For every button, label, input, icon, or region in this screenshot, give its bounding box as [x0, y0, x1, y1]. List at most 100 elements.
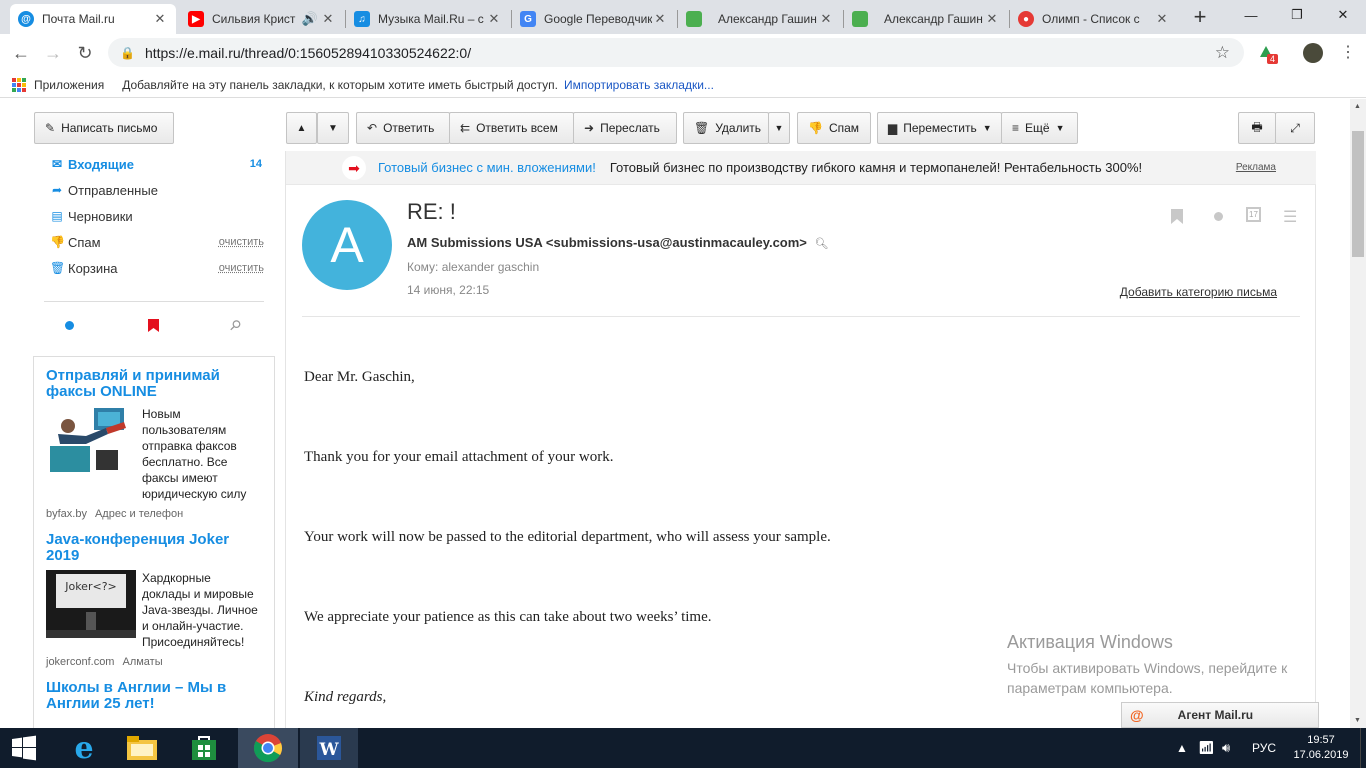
reply-all-button[interactable]: ⇇ Ответить всем: [449, 112, 574, 144]
print-button[interactable]: 🖶: [1238, 112, 1276, 144]
fax-ad-image[interactable]: [46, 406, 136, 474]
compose-icon: ✎: [45, 121, 56, 135]
move-button[interactable]: ▆ Переместить ▼: [877, 112, 1002, 144]
tab-music[interactable]: ♫ Музыка Mail.Ru – с ✕: [346, 4, 510, 34]
page-scrollbar[interactable]: ▲ ▼: [1350, 99, 1366, 728]
ad-source[interactable]: jokerconf.com Алматы: [46, 656, 262, 668]
ad-title[interactable]: Отправляй и принимай факсы ONLINE: [46, 368, 262, 400]
spam-button[interactable]: 👎 Спам: [797, 112, 871, 144]
reply-all-label: Ответить всем: [476, 121, 558, 135]
tray-overflow-icon[interactable]: ▲: [1176, 728, 1188, 768]
tab-translate[interactable]: G Google Переводчик ✕: [512, 4, 676, 34]
new-tab-button[interactable]: +: [1188, 4, 1212, 30]
sidebar-item-trash[interactable]: 🗑 Корзина очистить: [34, 255, 274, 281]
fullscreen-button[interactable]: ⤢: [1275, 112, 1315, 144]
maximize-button[interactable]: ❐: [1274, 0, 1320, 30]
more-button[interactable]: ≡ Ещё ▼: [1001, 112, 1078, 144]
forward-button[interactable]: ➜ Переслать: [573, 112, 677, 144]
ad-label[interactable]: Реклама: [1236, 162, 1276, 173]
menu-icon[interactable]: ⋮: [1340, 42, 1356, 62]
close-tab-icon[interactable]: ✕: [652, 11, 668, 27]
close-window-button[interactable]: ✕: [1320, 0, 1366, 30]
delete-button[interactable]: 🗑 Удалить: [683, 112, 769, 144]
import-bookmarks-link[interactable]: Импортировать закладки...: [564, 78, 714, 92]
sidebar-item-spam[interactable]: 👎 Спам очистить: [34, 229, 274, 255]
spam-label: Спам: [828, 121, 860, 135]
scrollbar-thumb[interactable]: [1352, 131, 1364, 257]
close-tab-icon[interactable]: ✕: [818, 11, 834, 27]
clear-trash-link[interactable]: очистить: [219, 262, 264, 274]
ad-title[interactable]: Java-конференция Joker 2019: [46, 532, 262, 564]
body-line: Thank you for your email attachment of y…: [304, 449, 614, 465]
address-bar[interactable]: 🔒 https://e.mail.ru/thread/0:15605289410…: [108, 38, 1244, 67]
scroll-up-icon[interactable]: ▲: [1354, 103, 1361, 110]
ad-source[interactable]: byfax.by Адрес и телефон: [46, 508, 262, 520]
unread-filter-icon[interactable]: [65, 321, 74, 330]
search-icon[interactable]: 🔍︎: [815, 238, 829, 250]
sender-avatar: A: [302, 200, 392, 290]
sidebar-item-inbox[interactable]: ✉ Входящие 14: [34, 151, 274, 177]
tab-youtube[interactable]: ▶ Сильвия Крист 🔊 ✕: [180, 4, 344, 34]
joker-ad-image[interactable]: Joker<?>: [46, 570, 136, 638]
forward-arrow-icon[interactable]: →: [40, 40, 66, 66]
clear-spam-link[interactable]: очистить: [219, 236, 264, 248]
windows-start-icon[interactable]: [0, 728, 48, 768]
close-tab-icon[interactable]: ✕: [486, 11, 502, 27]
body-line: We appreciate your patience as this can …: [304, 609, 712, 625]
trash-icon: 🗑: [50, 261, 66, 275]
extension-icon[interactable]: 4: [1256, 43, 1279, 64]
store-icon[interactable]: [175, 728, 233, 768]
reply-button[interactable]: ↶ Ответить: [356, 112, 450, 144]
unread-dot-icon[interactable]: [1214, 212, 1223, 221]
message-sender[interactable]: AM Submissions USA <submissions-usa@aust…: [407, 235, 829, 250]
close-tab-icon[interactable]: ✕: [320, 11, 336, 27]
internet-explorer-icon[interactable]: e: [55, 728, 113, 768]
network-icon[interactable]: 📶︎: [1198, 728, 1215, 768]
profile-avatar[interactable]: [1303, 43, 1323, 63]
word-icon[interactable]: W: [300, 728, 358, 768]
attachment-filter-icon[interactable]: ⚲: [225, 316, 245, 335]
compose-button[interactable]: ✎ Написать письмо: [34, 112, 174, 144]
close-tab-icon[interactable]: ✕: [1154, 11, 1170, 27]
file-explorer-icon[interactable]: [113, 728, 171, 768]
volume-icon[interactable]: 🔊︎: [1222, 728, 1230, 768]
scroll-down-icon[interactable]: ▼: [1354, 717, 1361, 724]
prev-message-button[interactable]: ▲: [286, 112, 317, 144]
clock[interactable]: 19:57 17.06.2019: [1290, 728, 1352, 768]
bookmark-icon[interactable]: [1171, 209, 1183, 227]
add-category-link[interactable]: Добавить категорию письма: [1120, 285, 1277, 299]
flag-filter-icon[interactable]: [148, 319, 159, 335]
folder-list: ✉ Входящие 14 ➦ Отправленные ▤ Черновики…: [34, 151, 274, 281]
ad-title[interactable]: Школы в Англии – Мы в Англии 25 лет!: [46, 680, 262, 712]
sidebar-item-drafts[interactable]: ▤ Черновики: [34, 203, 274, 229]
ad-link[interactable]: Готовый бизнес с мин. вложениями!: [378, 160, 596, 175]
agent-mailru-button[interactable]: @ Агент Mail.ru: [1121, 702, 1319, 728]
bookmark-star-icon[interactable]: ☆: [1215, 43, 1230, 63]
close-tab-icon[interactable]: ✕: [152, 11, 168, 27]
delete-dropdown-button[interactable]: ▼: [768, 112, 790, 144]
ad-extra: Алматы: [122, 656, 163, 668]
language-indicator[interactable]: РУС: [1252, 728, 1276, 768]
back-arrow-icon[interactable]: ←: [8, 40, 34, 66]
chrome-icon[interactable]: [238, 728, 298, 768]
sidebar-item-sent[interactable]: ➦ Отправленные: [34, 177, 274, 203]
apps-icon[interactable]: [12, 77, 26, 92]
url-text[interactable]: https://e.mail.ru/thread/0:1560528941033…: [145, 45, 471, 61]
tab-mail[interactable]: @ Почта Mail.ru ✕: [10, 4, 176, 34]
menu-icon[interactable]: ☰: [1283, 207, 1297, 227]
tab-gashin-2[interactable]: Александр Гашин ✕: [844, 4, 1008, 34]
calendar-icon[interactable]: 17: [1246, 207, 1261, 222]
notifications-area[interactable]: [1360, 728, 1366, 768]
close-tab-icon[interactable]: ✕: [984, 11, 1000, 27]
audio-icon[interactable]: 🔊: [300, 11, 320, 27]
minimize-button[interactable]: —: [1228, 0, 1274, 30]
apps-link[interactable]: Приложения: [34, 78, 104, 92]
tab-gashin-1[interactable]: Александр Гашин ✕: [678, 4, 842, 34]
folder-label: Отправленные: [68, 182, 158, 198]
tab-olymp[interactable]: ● Олимп - Список с ✕: [1010, 4, 1178, 34]
body-line: Dear Mr. Gaschin,: [304, 369, 415, 385]
top-ad-bar[interactable]: ➡ Готовый бизнес с мин. вложениями! Гото…: [286, 151, 1316, 185]
next-message-button[interactable]: ▼: [317, 112, 349, 144]
body-line: Your work will now be passed to the edit…: [304, 529, 831, 545]
reload-icon[interactable]: ↻: [72, 40, 98, 66]
